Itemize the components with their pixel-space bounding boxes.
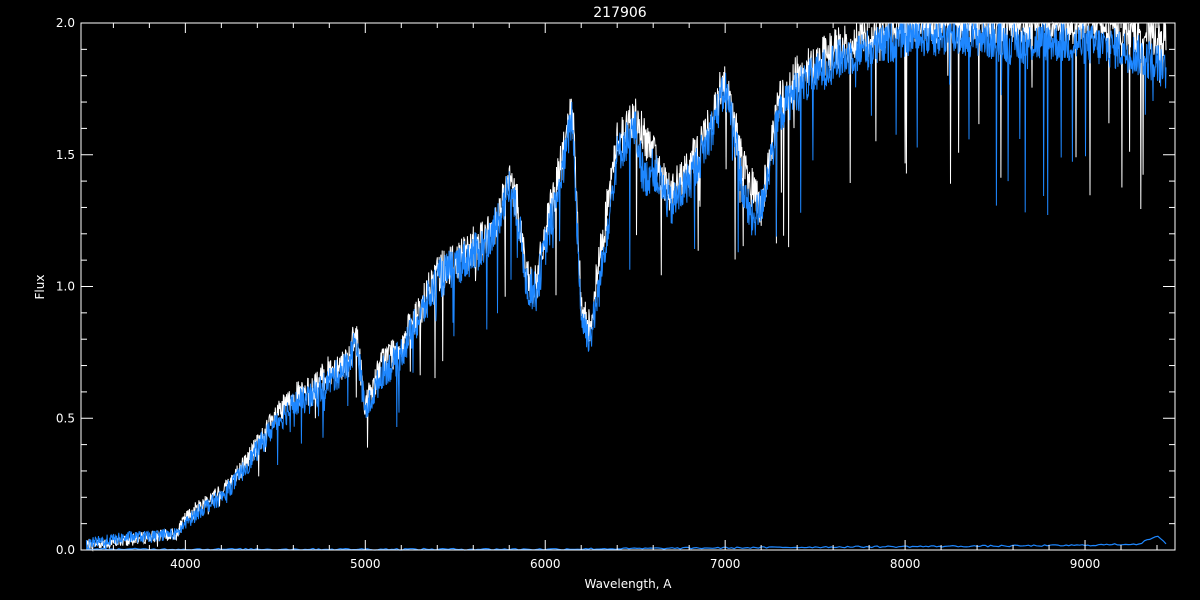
x-tick-label: 9000 — [1070, 557, 1101, 571]
y-axis-label: Flux — [33, 275, 47, 300]
y-tick-label: 2.0 — [56, 16, 75, 30]
x-tick-label: 8000 — [890, 557, 921, 571]
chart-title: 217906 — [593, 5, 647, 21]
x-tick-label: 7000 — [710, 557, 741, 571]
y-tick-label: 1.5 — [56, 148, 75, 162]
spectrum-chart: 217906 Wavelength, A Flux 4000 5000 6000 70… — [0, 0, 1200, 600]
y-tick-label: 0.0 — [56, 543, 75, 557]
x-tick-label: 5000 — [350, 557, 381, 571]
x-tick-label: 6000 — [530, 557, 561, 571]
x-axis-label: Wavelength, A — [584, 577, 672, 591]
y-tick-label: 0.5 — [56, 411, 75, 425]
x-tick-label: 4000 — [170, 557, 201, 571]
y-tick-label: 1.0 — [56, 280, 75, 294]
